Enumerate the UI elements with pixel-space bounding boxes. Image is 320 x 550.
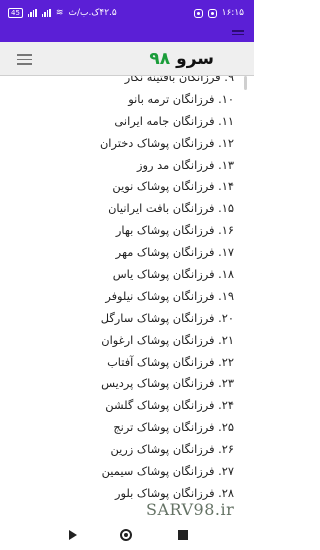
list-item: ۲۲. فرزانگان پوشاک آفتاب: [107, 354, 234, 369]
list-item: ۲۴. فرزانگان پوشاک گلشن: [105, 398, 234, 413]
network-speed: ۴۲.۵ک.ب/ث: [68, 8, 117, 18]
list-item: ۲۰. فرزانگان پوشاک سارگل: [100, 310, 234, 325]
signal-icon: [41, 9, 51, 17]
back-icon[interactable]: [69, 530, 77, 540]
system-nav-bar: [0, 518, 254, 550]
list-item: ۱۰. فرزانگان ترمه بانو: [128, 91, 234, 106]
status-left: 45 ≋ ۴۲.۵ک.ب/ث: [8, 8, 117, 18]
battery-icon: 45: [8, 8, 23, 18]
list-item: ۱۱. فرزانگان جامه ایرانی: [114, 113, 234, 128]
list-item: ۱۹. فرزانگان پوشاک نیلوفر: [105, 288, 234, 303]
app-icon: [193, 8, 203, 18]
list-item: ۹. فرزانگان بافتینه نگار: [124, 76, 234, 84]
logo-number: ۹۸: [149, 49, 171, 69]
signal-icon: [27, 9, 37, 17]
list-item: ۱۵. فرزانگان بافت ایرانیان: [108, 201, 234, 216]
status-right: ۱۶:۱۵: [193, 8, 244, 18]
hamburger-menu-icon[interactable]: [17, 54, 32, 65]
school-list: ۹. فرزانگان بافتینه نگار ۱۰. فرزانگان ترم…: [0, 76, 254, 505]
wifi-icon: ≋: [55, 8, 64, 18]
list-item: ۱۷. فرزانگان پوشاک مهر: [115, 245, 234, 260]
list-item: ۱۸. فرزانگان پوشاک یاس: [112, 267, 234, 282]
list-item: ۱۴. فرزانگان پوشاک نوین: [112, 179, 234, 194]
home-icon[interactable]: [120, 529, 132, 541]
list-item: ۲۶. فرزانگان پوشاک زرین: [110, 442, 234, 457]
list-item: ۲۱. فرزانگان پوشاک ارغوان: [101, 332, 234, 347]
app-icon: [207, 8, 217, 18]
page-content: ۹. فرزانگان بافتینه نگار ۱۰. فرزانگان ترم…: [0, 76, 254, 518]
list-item: ۲۳. فرزانگان پوشاک پردیس: [101, 376, 234, 391]
scrollbar[interactable]: [244, 76, 247, 90]
recents-icon[interactable]: [178, 530, 188, 540]
list-item: ۲۷. فرزانگان پوشاک سیمین: [101, 464, 234, 479]
browser-strip: [0, 26, 254, 42]
clock: ۱۶:۱۵: [221, 8, 244, 18]
logo-word: سرو: [176, 49, 214, 69]
list-item: ۱۳. فرزانگان مد روز: [136, 157, 234, 172]
list-item: ۱۲. فرزانگان پوشاک دختران: [99, 135, 234, 150]
status-bar: 45 ≋ ۴۲.۵ک.ب/ث ۱۶:۱۵: [0, 0, 254, 26]
site-logo[interactable]: سرو ۹۸: [149, 49, 214, 69]
watermark: SARV98.ir: [146, 500, 235, 519]
list-item: ۱۶. فرزانگان پوشاک بهار: [115, 223, 234, 238]
list-item: ۲۵. فرزانگان پوشاک ترنج: [113, 420, 234, 435]
site-header: سرو ۹۸: [0, 42, 254, 76]
hamburger-menu-icon[interactable]: [232, 30, 244, 38]
